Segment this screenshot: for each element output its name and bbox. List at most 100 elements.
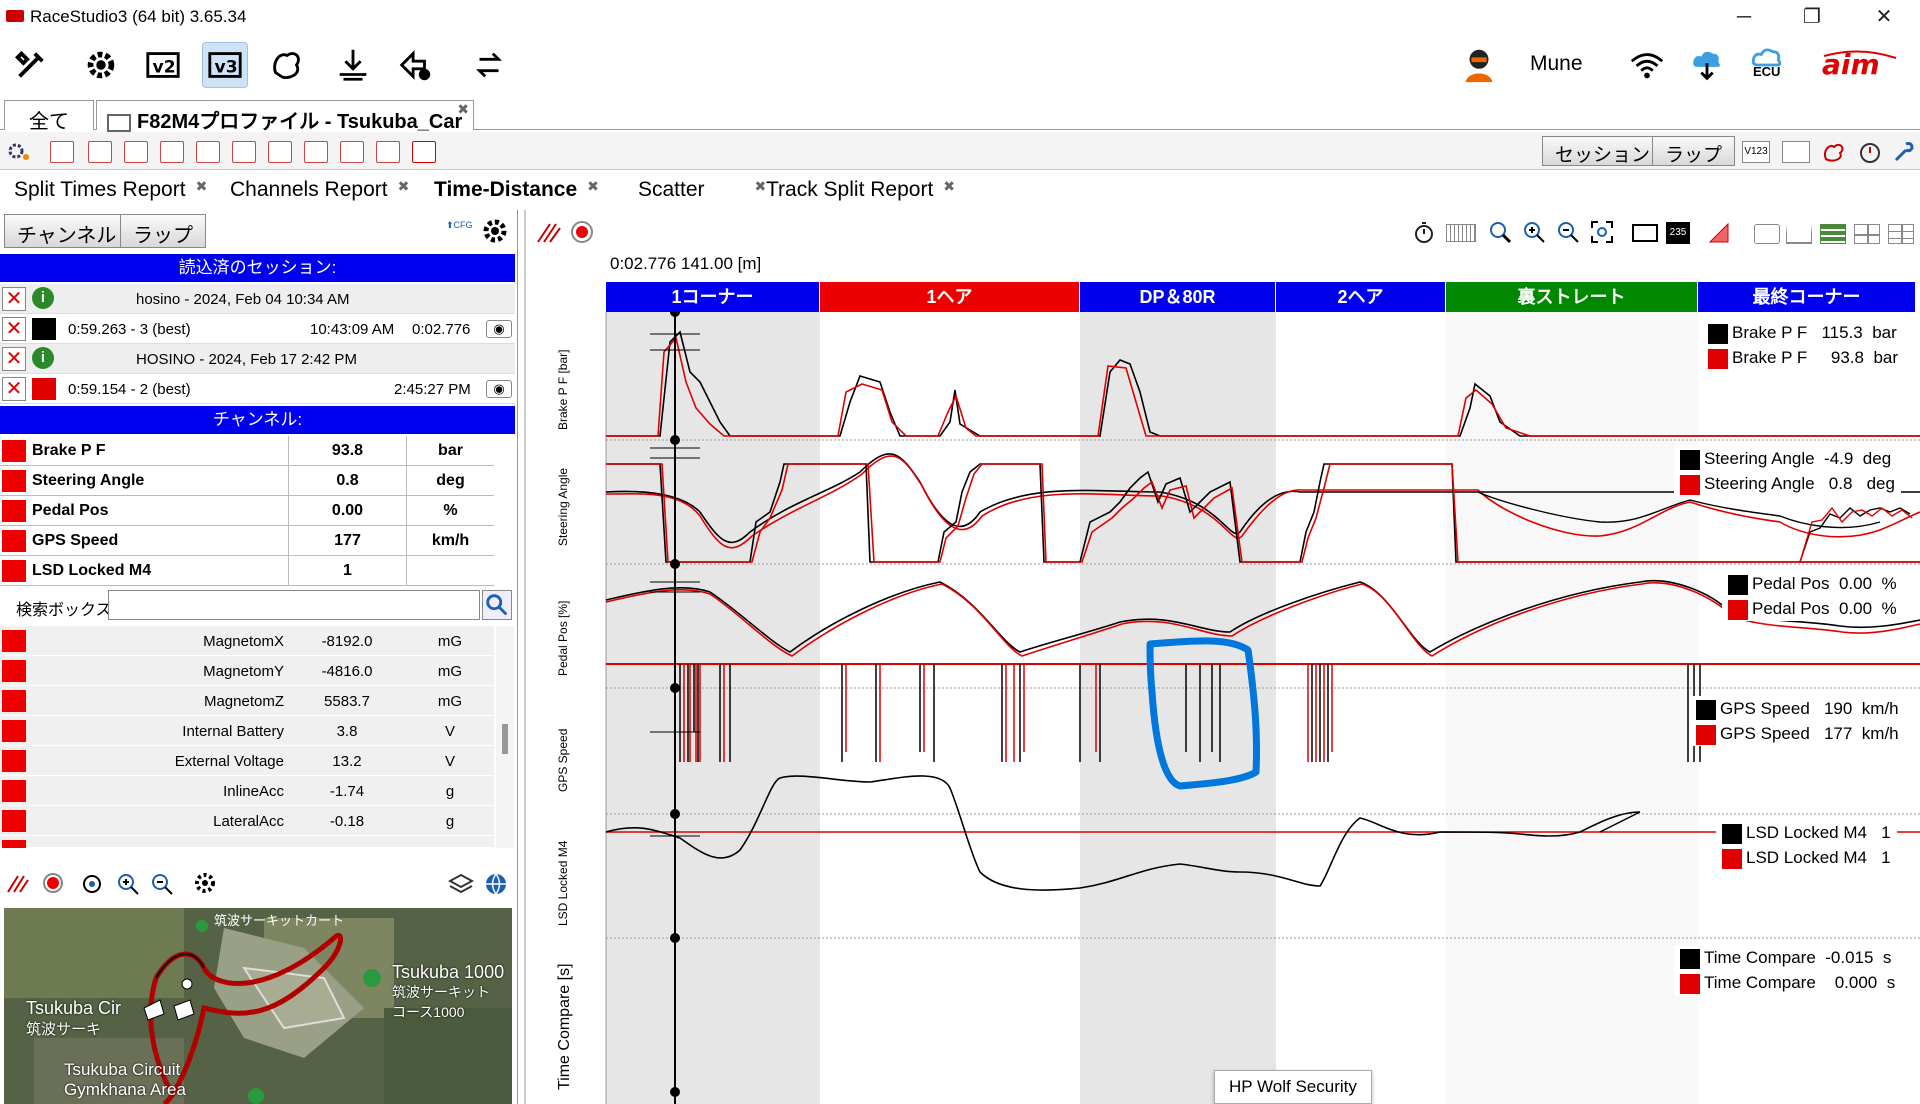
- config-icon[interactable]: [6, 140, 30, 162]
- track-icon[interactable]: [264, 42, 310, 88]
- split-report-icon[interactable]: [232, 141, 256, 163]
- lap-color-swatch[interactable]: [32, 318, 56, 340]
- channel-color-swatch[interactable]: [2, 810, 26, 832]
- remove-lap-button[interactable]: ✕: [2, 317, 26, 341]
- channel-color-swatch[interactable]: [2, 780, 26, 802]
- maximize-button[interactable]: ❐: [1792, 4, 1832, 30]
- lap-overlay-icon[interactable]: [6, 872, 30, 894]
- zoom-in-icon[interactable]: [1522, 220, 1546, 244]
- track-view-icon[interactable]: [88, 141, 112, 163]
- channel-row[interactable]: Steering Angle 0.8 deg: [0, 466, 494, 496]
- user-name[interactable]: Mune: [1530, 52, 1583, 76]
- list-item[interactable]: InlineAcc -1.74 g: [0, 776, 494, 806]
- settings-icon[interactable]: [78, 42, 124, 88]
- import-icon[interactable]: [330, 42, 376, 88]
- channel-color-swatch[interactable]: [2, 690, 26, 712]
- legend-brake[interactable]: Brake P F 115.3 bar Brake P F 93.8 bar: [1702, 320, 1905, 370]
- segment-label[interactable]: DP＆80R: [1080, 282, 1276, 312]
- list-item[interactable]: [0, 836, 494, 848]
- v3-icon[interactable]: v3: [202, 42, 248, 88]
- legend-pedal[interactable]: Pedal Pos 0.00 % Pedal Pos 0.00 %: [1722, 571, 1903, 621]
- channel-color-swatch[interactable]: [2, 500, 26, 522]
- tab-time-distance[interactable]: Time-Distance ✖: [434, 178, 599, 202]
- eye-icon[interactable]: ◉: [486, 380, 512, 398]
- tab-profile[interactable]: F82M4プロファイル - Tsukuba_Car ✖: [96, 100, 474, 133]
- channel-color-swatch[interactable]: [2, 720, 26, 742]
- minimize-button[interactable]: ─: [1724, 4, 1764, 30]
- close-tab-icon[interactable]: ✖: [457, 101, 469, 118]
- legend-steering[interactable]: Steering Angle -4.9 deg Steering Angle 0…: [1674, 446, 1901, 496]
- zoom-out-icon[interactable]: [1556, 220, 1580, 244]
- session-button[interactable]: セッション: [1542, 136, 1664, 166]
- search-button[interactable]: [482, 590, 512, 620]
- layout-single-icon[interactable]: [1754, 224, 1780, 244]
- stopwatch-icon[interactable]: [1412, 220, 1436, 244]
- close-tab-icon[interactable]: ✖: [943, 178, 955, 194]
- search-input[interactable]: [108, 590, 480, 620]
- measure-235-icon[interactable]: 235: [1666, 222, 1690, 244]
- calendar-icon[interactable]: [268, 141, 292, 163]
- map-settings-icon[interactable]: [192, 870, 218, 896]
- channel-row[interactable]: GPS Speed 177 km/h: [0, 526, 494, 556]
- channel-row[interactable]: LSD Locked M4 1: [0, 556, 494, 586]
- layout-rows-icon[interactable]: [1820, 224, 1846, 244]
- close-tab-icon[interactable]: ✖: [755, 178, 767, 194]
- record-icon[interactable]: [570, 220, 594, 244]
- layout-grid-icon[interactable]: [1854, 224, 1880, 244]
- cloud-download-icon[interactable]: [1684, 42, 1730, 88]
- channel-color-swatch[interactable]: [2, 560, 26, 582]
- zoom-in-icon[interactable]: [116, 872, 140, 896]
- lap-row[interactable]: ✕ 0:59.154 - 2 (best) 2:45:27 PM ◉: [0, 374, 515, 404]
- close-tab-icon[interactable]: ✖: [398, 178, 410, 194]
- v123-icon[interactable]: V123: [1742, 141, 1770, 163]
- close-button[interactable]: ✕: [1864, 4, 1904, 30]
- info-icon[interactable]: i: [32, 347, 54, 369]
- time-distance-icon[interactable]: [50, 141, 74, 163]
- globe-icon[interactable]: [484, 872, 508, 896]
- layout-split-icon[interactable]: [1786, 224, 1812, 244]
- list-item[interactable]: MagnetomZ 5583.7 mG: [0, 686, 494, 716]
- stopwatch-icon[interactable]: [1858, 140, 1882, 164]
- channel-color-swatch[interactable]: [2, 750, 26, 772]
- histogram-icon[interactable]: [160, 141, 184, 163]
- track-map[interactable]: 筑波サーキットカート Tsukuba 1000 筑波サーキット コース1000 …: [4, 908, 512, 1104]
- segment-label[interactable]: 最終コーナー: [1698, 282, 1916, 312]
- lap-list-button[interactable]: ラップ: [120, 214, 206, 248]
- session-row[interactable]: ✕ i HOSINO - 2024, Feb 17 2:42 PM: [0, 344, 515, 374]
- cfg-icon[interactable]: ⬆CFG: [446, 220, 474, 244]
- segment-label[interactable]: 1ヘア: [820, 282, 1080, 312]
- remove-session-button[interactable]: ✕: [2, 287, 26, 311]
- v2-icon[interactable]: v2: [140, 42, 186, 88]
- tools-icon[interactable]: [8, 42, 54, 88]
- channels-report-icon[interactable]: [196, 141, 220, 163]
- eye-icon[interactable]: ◉: [486, 320, 512, 338]
- driver-avatar-icon[interactable]: [1456, 42, 1502, 88]
- wrench-icon[interactable]: [1892, 140, 1916, 164]
- list-item[interactable]: External Voltage 13.2 V: [0, 746, 494, 776]
- gauge-icon[interactable]: [304, 141, 328, 163]
- data-table-icon[interactable]: [1782, 141, 1810, 163]
- list-item[interactable]: MagnetomX -8192.0 mG: [0, 626, 494, 656]
- channel-color-swatch[interactable]: [2, 630, 26, 652]
- list-item[interactable]: MagnetomY -4816.0 mG: [0, 656, 494, 686]
- session-row[interactable]: ✕ i hosino - 2024, Feb 04 10:34 AM: [0, 284, 515, 314]
- compare-icon[interactable]: [340, 141, 364, 163]
- record-icon[interactable]: [42, 872, 64, 894]
- ruler-icon[interactable]: [1446, 224, 1476, 242]
- slope-icon[interactable]: [1708, 222, 1730, 244]
- legend-gps-speed[interactable]: GPS Speed 190 km/h GPS Speed 177 km/h: [1690, 696, 1905, 746]
- remove-session-button[interactable]: ✕: [2, 347, 26, 371]
- channel-color-swatch[interactable]: [2, 440, 26, 462]
- tab-split-times[interactable]: Split Times Report ✖: [14, 178, 207, 202]
- scatter-icon[interactable]: [124, 141, 148, 163]
- channel-row[interactable]: Pedal Pos 0.00%: [0, 496, 494, 526]
- close-tab-icon[interactable]: ✖: [196, 178, 208, 194]
- spectrum-icon[interactable]: [376, 141, 400, 163]
- lap-overlay-icon[interactable]: [536, 220, 562, 244]
- segment-label[interactable]: 裏ストレート: [1446, 282, 1698, 312]
- lap-button[interactable]: ラップ: [1652, 136, 1736, 166]
- info-icon[interactable]: i: [32, 287, 54, 309]
- legend-time-compare[interactable]: Time Compare -0.015 s Time Compare 0.000…: [1674, 945, 1902, 995]
- remove-lap-button[interactable]: ✕: [2, 377, 26, 401]
- zoom-out-icon[interactable]: [150, 872, 174, 896]
